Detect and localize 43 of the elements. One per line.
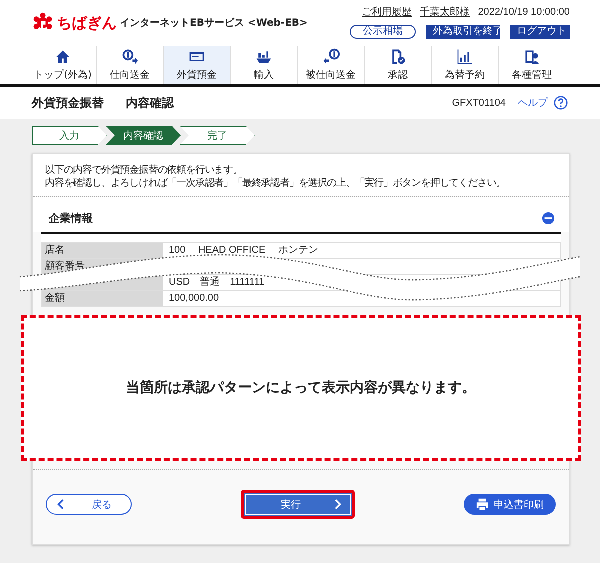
row-value: 100 HEAD OFFICE ホンテン bbox=[169, 245, 318, 256]
progress-step: 内容確認 bbox=[106, 126, 181, 145]
person-card-icon bbox=[523, 48, 541, 66]
coin-arrow-icon bbox=[322, 48, 340, 66]
row-value: 100,000.00 bbox=[169, 293, 220, 304]
rates-button[interactable]: 公示相場 bbox=[350, 25, 416, 39]
back-button[interactable]: 戻る bbox=[46, 494, 132, 515]
header-link[interactable]: ご利用履歴 bbox=[362, 5, 412, 19]
nav-tab[interactable]: 各種管理 bbox=[498, 46, 565, 84]
nav-tab[interactable]: 承認 bbox=[364, 46, 431, 84]
section-title: 企業情報 bbox=[49, 211, 93, 226]
row-label: 金額 bbox=[42, 291, 163, 306]
bank-logo: ちばぎん bbox=[57, 14, 117, 32]
page-title: 外貨預金振替 bbox=[32, 94, 104, 112]
nav-tab[interactable]: 外貨預金 bbox=[163, 46, 230, 84]
progress-step: 入力 bbox=[32, 126, 107, 145]
notice-text: 当箇所は承認パターンによって表示内容が異なります。 bbox=[126, 379, 476, 397]
chart-icon bbox=[456, 48, 474, 66]
execute-button[interactable]: 実行 bbox=[245, 494, 351, 515]
row-label: 店名 bbox=[42, 243, 163, 258]
print-button[interactable]: 申込書印刷 bbox=[464, 494, 556, 515]
nav-tab[interactable]: 為替予約 bbox=[431, 46, 498, 84]
printer-icon bbox=[476, 498, 489, 511]
collapse-icon[interactable] bbox=[542, 212, 555, 225]
nav-tab[interactable]: 輸入 bbox=[230, 46, 297, 84]
chevron-right-icon bbox=[335, 499, 342, 510]
instruction-text: 内容を確認し、よろしければ「一次承認者」「最終承認者」を選択の上、「実行」ボタンを押してください。 bbox=[45, 177, 507, 190]
progress-step: 完了 bbox=[180, 126, 255, 145]
help-icon[interactable] bbox=[554, 96, 568, 110]
screen-code: GFXT01104 bbox=[452, 98, 506, 108]
date-time: 2022/10/19 10:00:00 bbox=[478, 6, 570, 18]
row-value: USD 普通 1111111 bbox=[169, 277, 265, 288]
page-subtitle: 内容確認 bbox=[126, 94, 174, 112]
home-icon bbox=[54, 48, 72, 66]
header-link[interactable]: 千葉太郎様 bbox=[420, 5, 470, 19]
instruction-text: 以下の内容で外貨預金振替の依頼を行います。 bbox=[45, 164, 244, 177]
service-name: インターネットEBサービス <Web-EB> bbox=[120, 16, 308, 30]
coin-arrow-icon bbox=[121, 48, 139, 66]
nav-tab[interactable]: トップ(外為) bbox=[30, 46, 96, 84]
nav-tab[interactable]: 被仕向送金 bbox=[297, 46, 364, 84]
chevron-left-icon bbox=[57, 499, 64, 510]
header-button[interactable]: ログアウト bbox=[510, 25, 570, 39]
help-link[interactable]: ヘルプ bbox=[518, 96, 548, 110]
